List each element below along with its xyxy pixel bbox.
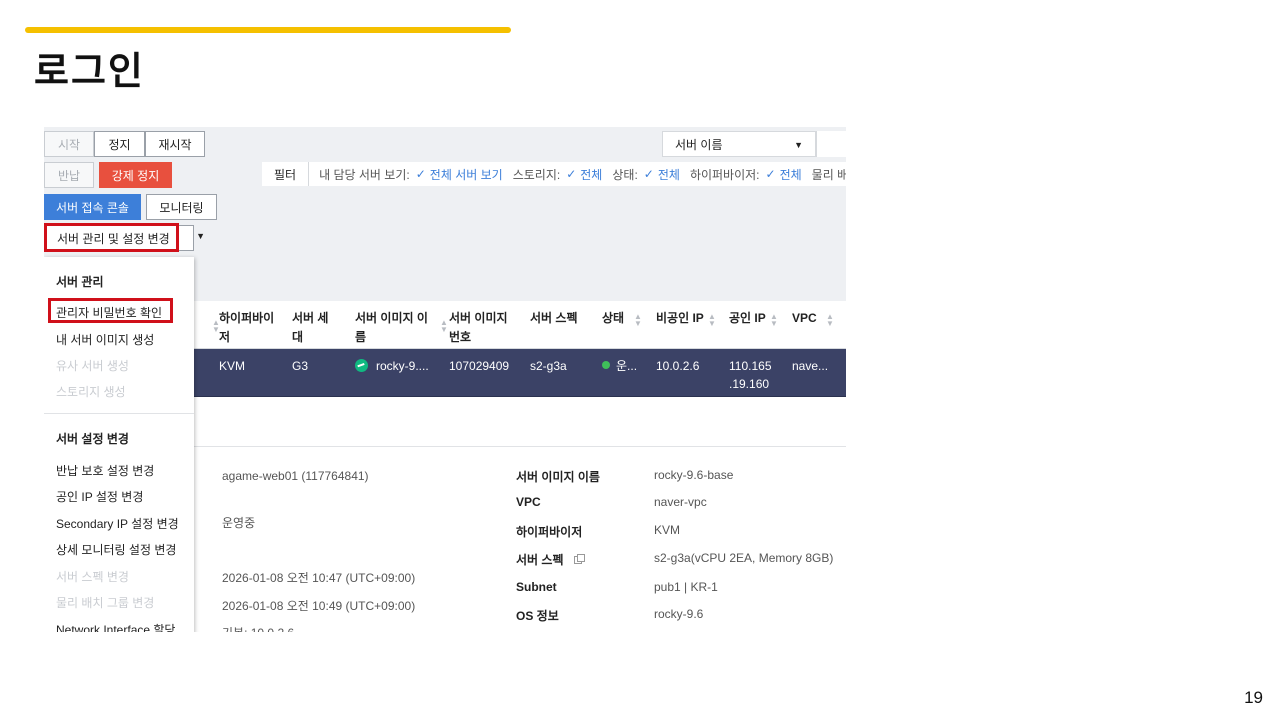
filter-storage[interactable]: 스토리지: ✓ 전체: [513, 166, 603, 183]
sort-icon[interactable]: ▲ ▼: [708, 313, 716, 328]
detail-os-value: rocky-9.6: [654, 607, 704, 621]
sort-icon[interactable]: ▲ ▼: [634, 313, 642, 328]
detail-vpc-value: naver-vpc: [654, 495, 707, 509]
detail-server-name: agame-web01 (117764841): [222, 469, 369, 483]
menu-item-server-spec[interactable]: 서버 스펙 변경: [56, 568, 129, 585]
rocky-linux-icon: [355, 359, 368, 372]
filter-my-servers[interactable]: 내 담당 서버 보기: ✓ 전체 서버 보기: [319, 166, 503, 183]
monitoring-button[interactable]: 모니터링: [146, 194, 217, 220]
menu-section-settings: 서버 설정 변경: [56, 432, 129, 446]
detail-status: 운영중: [222, 516, 256, 530]
detail-image-value: rocky-9.6-base: [654, 468, 734, 482]
start-button[interactable]: 시작: [44, 131, 94, 157]
filter-hypervisor-label: 하이퍼바이저:: [689, 167, 760, 182]
detail-subnet-label: Subnet: [516, 580, 557, 594]
filter-storage-value: 전체: [580, 167, 603, 182]
cell-hypervisor: KVM: [219, 359, 246, 373]
cell-spec: s2-g3a: [530, 359, 567, 373]
detail-vpc-label: VPC: [516, 495, 541, 509]
menu-divider: [44, 413, 194, 414]
menu-item-placement-group[interactable]: 물리 배치 그룹 변경: [56, 594, 154, 611]
chevron-down-icon: ▼: [794, 140, 803, 150]
menu-item-create-similar[interactable]: 유사 서버 생성: [56, 357, 129, 374]
detail-spec-value: s2-g3a(vCPU 2EA, Memory 8GB): [654, 551, 834, 565]
status-running-icon: [602, 361, 610, 369]
cell-generation: G3: [292, 359, 309, 373]
filter-title: 필터: [262, 162, 310, 186]
cell-status: 운...: [602, 357, 637, 375]
sort-icon[interactable]: ▲ ▼: [440, 319, 448, 334]
detail-hypervisor-label: 하이퍼바이저: [516, 525, 583, 539]
filter-placement[interactable]: 물리 배치: [812, 166, 846, 183]
copy-icon[interactable]: [573, 554, 585, 564]
console-screenshot: 시작 정지 재시작 반납 강제 정지 서버 접속 콘솔 모니터링 서버 관리 및…: [44, 127, 846, 632]
slide-title: 로그인: [34, 49, 145, 93]
menu-item-secondary-ip[interactable]: Secondary IP 설정 변경: [56, 515, 179, 532]
menu-item-return-protection[interactable]: 반납 보호 설정 변경: [56, 462, 154, 479]
filter-placement-label: 물리 배치: [811, 167, 846, 182]
cell-status-text: 운...: [616, 359, 638, 373]
cell-private-ip: 10.0.2.6: [656, 359, 700, 373]
search-type-select[interactable]: 서버 이름 ▼: [662, 131, 816, 157]
menu-item-network-interface[interactable]: Network Interface 할당: [56, 621, 175, 632]
column-image-name[interactable]: 서버 이미지 이름: [355, 309, 430, 347]
column-public-ip[interactable]: 공인 IP: [729, 309, 766, 328]
detail-started: 2026-01-08 오전 10:49 (UTC+09:00): [222, 599, 416, 613]
filter-hypervisor[interactable]: 하이퍼바이저: ✓ 전체: [690, 166, 802, 183]
dropdown-toggle-edge[interactable]: [178, 225, 194, 251]
filter-my-servers-value: 전체 서버 보기: [429, 167, 503, 182]
stop-button[interactable]: 정지: [94, 131, 145, 157]
cell-public-ip: 110.165 .19.160: [729, 359, 772, 391]
column-generation[interactable]: 서버 세대: [292, 309, 334, 347]
column-vpc[interactable]: VPC: [792, 309, 817, 328]
force-stop-button[interactable]: 강제 정지: [99, 162, 172, 188]
check-icon: ✓: [415, 167, 426, 181]
cell-vpc: nave...: [792, 359, 829, 373]
detail-ip: 기본: 10.0.2.6: [222, 624, 294, 632]
highlight-box-manage: [44, 223, 179, 252]
cell-image: rocky-9....: [355, 357, 429, 375]
filter-status[interactable]: 상태: ✓ 전체: [612, 166, 680, 183]
detail-hypervisor-value: KVM: [654, 523, 681, 537]
column-private-ip[interactable]: 비공인 IP: [656, 309, 704, 328]
cell-image-number: 107029409: [449, 359, 510, 373]
search-type-value: 서버 이름: [675, 137, 723, 152]
search-input[interactable]: [816, 131, 846, 157]
detail-created: 2026-01-08 오전 10:47 (UTC+09:00): [222, 571, 416, 585]
cell-image-text: rocky-9....: [376, 359, 429, 373]
check-icon: ✓: [566, 167, 577, 181]
menu-item-create-image[interactable]: 내 서버 이미지 생성: [56, 331, 154, 348]
filter-status-value: 전체: [657, 167, 680, 182]
connect-console-button[interactable]: 서버 접속 콘솔: [44, 194, 141, 220]
accent-bar: [25, 27, 511, 33]
filter-status-label: 상태:: [612, 167, 638, 182]
menu-item-create-storage[interactable]: 스토리지 생성: [56, 383, 126, 400]
filter-hypervisor-value: 전체: [779, 167, 802, 182]
detail-spec-label-text: 서버 스펙: [516, 553, 564, 567]
detail-spec-label: 서버 스펙: [516, 551, 585, 568]
check-icon: ✓: [643, 167, 654, 181]
highlight-box-password: [48, 298, 173, 323]
sort-icon[interactable]: ▲ ▼: [770, 313, 778, 328]
column-hypervisor[interactable]: 하이퍼바이저: [219, 309, 279, 347]
page-number: 19: [1244, 688, 1263, 707]
detail-image-label: 서버 이미지 이름: [516, 470, 600, 484]
menu-item-public-ip[interactable]: 공인 IP 설정 변경: [56, 488, 143, 505]
restart-button[interactable]: 재시작: [145, 131, 205, 157]
check-icon: ✓: [765, 167, 776, 181]
return-button[interactable]: 반납: [44, 162, 94, 188]
column-status[interactable]: 상태: [602, 309, 624, 328]
filter-my-servers-label: 내 담당 서버 보기:: [319, 167, 410, 182]
chevron-down-icon: ▼: [196, 231, 205, 241]
column-spec[interactable]: 서버 스펙: [530, 309, 578, 328]
sort-icon[interactable]: ▲ ▼: [826, 313, 834, 328]
column-image-number[interactable]: 서버 이미지 번호: [449, 309, 509, 347]
detail-os-label: OS 정보: [516, 609, 559, 623]
filter-storage-label: 스토리지:: [512, 167, 561, 182]
detail-subnet-value: pub1 | KR-1: [654, 580, 718, 594]
filter-bar: 필터 내 담당 서버 보기: ✓ 전체 서버 보기 스토리지: ✓ 전체 상태:…: [262, 162, 846, 186]
menu-section-manage: 서버 관리: [56, 275, 104, 289]
menu-item-detailed-monitoring[interactable]: 상세 모니터링 설정 변경: [56, 541, 176, 558]
